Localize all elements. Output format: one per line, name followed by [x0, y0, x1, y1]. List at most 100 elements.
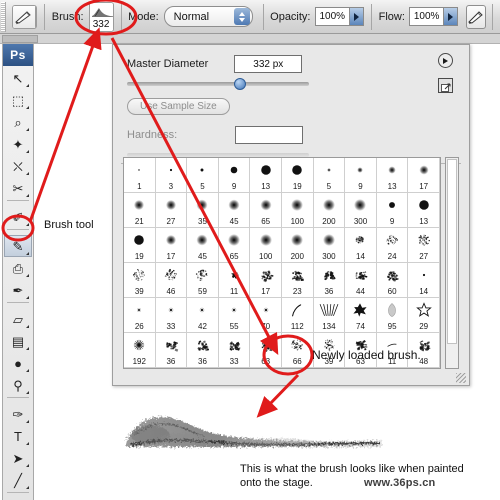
document-tab[interactable]	[2, 35, 38, 43]
brush-preset-cell[interactable]: 21	[124, 193, 156, 228]
clone-stamp-tool[interactable]: ⎙	[4, 257, 32, 279]
brush-preset-cell[interactable]: 24	[377, 228, 409, 263]
brush-preset-cell[interactable]: 100	[282, 193, 314, 228]
brush-preset-cell[interactable]: 65	[250, 193, 282, 228]
brush-preset-cell[interactable]: 59	[187, 263, 219, 298]
brush-preset-cell[interactable]: 65	[219, 228, 251, 263]
master-diameter-input[interactable]: 332 px	[234, 55, 302, 73]
opacity-slider-button[interactable]	[349, 8, 363, 25]
slice-tool[interactable]: ✂	[4, 177, 32, 199]
slider-knob[interactable]	[234, 78, 246, 90]
scrollbar-thumb[interactable]	[447, 159, 457, 344]
brush-preset-cell[interactable]: 46	[156, 263, 188, 298]
brush-preset-cell[interactable]: 9	[377, 193, 409, 228]
brush-preset-cell[interactable]: 17	[250, 263, 282, 298]
brush-preset-cell[interactable]: 5	[314, 158, 346, 193]
brush-preset-cell[interactable]: 39	[124, 263, 156, 298]
brush-preset-cell[interactable]: 9	[345, 158, 377, 193]
move-tool[interactable]: ↖	[4, 67, 32, 89]
blend-mode-select[interactable]: Normal	[164, 6, 253, 27]
tool-preset-dropdown-arrow[interactable]	[35, 6, 37, 28]
gradient-tool[interactable]: ▤	[4, 330, 32, 352]
brush-preset-cell[interactable]: 32	[124, 368, 156, 369]
hardness-input[interactable]	[235, 126, 303, 144]
panel-menu-button[interactable]	[438, 53, 453, 68]
flow-slider-button[interactable]	[443, 8, 457, 25]
crop-tool[interactable]: ⛌	[4, 155, 32, 177]
tool-preset-picker[interactable]	[12, 5, 37, 29]
healing-brush-tool[interactable]: ✐	[4, 206, 32, 228]
brush-preset-cell[interactable]: 66	[282, 333, 314, 368]
flow-field[interactable]: 100%	[409, 7, 459, 26]
history-brush-tool[interactable]: ✒	[4, 279, 32, 301]
brush-preset-cell[interactable]: 13	[250, 158, 282, 193]
brush-preset-cell[interactable]: 45	[250, 368, 282, 369]
brush-preset-cell[interactable]: 13	[408, 193, 440, 228]
brush-preset-cell[interactable]: 27	[156, 193, 188, 228]
brush-preset-cell[interactable]: 35	[187, 193, 219, 228]
brush-preset-cell[interactable]: 70	[250, 298, 282, 333]
pen-tool[interactable]: ✑	[4, 403, 32, 425]
path-selection-tool[interactable]: ➤	[4, 447, 32, 469]
brush-preset-cell[interactable]: 45	[219, 193, 251, 228]
brush-preset-cell[interactable]: 134	[314, 298, 346, 333]
brush-preset-cell[interactable]: 33	[219, 333, 251, 368]
marquee-tool[interactable]: ⬚	[4, 89, 32, 111]
brush-preset-cell[interactable]: 23	[282, 263, 314, 298]
brush-preset-cell[interactable]: 9	[219, 158, 251, 193]
dodge-tool[interactable]: ⚲	[4, 374, 32, 396]
brush-preset-cell[interactable]: 17	[156, 228, 188, 263]
brush-preset-cell[interactable]: 200	[314, 193, 346, 228]
brush-preset-cell[interactable]: 13	[377, 158, 409, 193]
blur-tool[interactable]: ●	[4, 352, 32, 374]
brush-preset-cell[interactable]: 44	[345, 263, 377, 298]
brush-preset-cell[interactable]: 1	[124, 158, 156, 193]
brush-preset-picker[interactable]: 332	[89, 2, 114, 32]
brush-preset-cell[interactable]: 200	[282, 228, 314, 263]
eraser-tool[interactable]: ▱	[4, 308, 32, 330]
brush-preset-cell[interactable]: 300	[345, 193, 377, 228]
brush-preset-cell[interactable]: 300	[314, 228, 346, 263]
brush-preset-cell[interactable]: 19	[124, 228, 156, 263]
brush-tool[interactable]: ✎	[4, 235, 32, 257]
brush-preset-cell[interactable]: 36	[156, 333, 188, 368]
options-bar-grip[interactable]	[1, 2, 6, 32]
brush-preset-cell[interactable]: 27	[408, 228, 440, 263]
brush-preset-cell[interactable]: 100	[250, 228, 282, 263]
brush-preset-cell[interactable]: 29	[408, 298, 440, 333]
type-tool[interactable]: T	[4, 425, 32, 447]
brush-preset-cell[interactable]: 5	[187, 158, 219, 193]
brush-preset-cell[interactable]: 3	[156, 158, 188, 193]
brush-preset-cell[interactable]: 95	[377, 298, 409, 333]
line-tool[interactable]: ╱	[4, 469, 32, 491]
brush-preset-cell[interactable]: 63	[250, 333, 282, 368]
blend-mode-stepper[interactable]	[234, 8, 250, 25]
panel-resize-grip[interactable]	[456, 373, 466, 383]
brush-preset-cell[interactable]: 36	[187, 333, 219, 368]
brush-preset-cell[interactable]: 33	[156, 298, 188, 333]
magic-wand-tool[interactable]: ✦	[4, 133, 32, 155]
brush-preset-cell[interactable]: 100	[187, 368, 219, 369]
brush-preset-cell[interactable]: 14	[408, 263, 440, 298]
brush-preset-grid-container[interactable]: 1 3 5 9 13 19 5 9 13 17 21 27 35 45 65 1…	[123, 157, 441, 369]
use-sample-size-button[interactable]: Use Sample Size	[127, 98, 230, 115]
brush-preset-cell[interactable]: 112	[282, 298, 314, 333]
brush-preset-cell[interactable]: 74	[345, 298, 377, 333]
brush-preset-cell[interactable]: 55	[219, 298, 251, 333]
lasso-tool[interactable]: ⌕	[4, 111, 32, 133]
brush-preset-cell[interactable]: 192	[124, 333, 156, 368]
brush-preset-cell[interactable]: 42	[187, 298, 219, 333]
brush-preset-cell[interactable]: 19	[282, 158, 314, 193]
brush-preset-cell[interactable]: 36	[314, 263, 346, 298]
opacity-field[interactable]: 100%	[315, 7, 365, 26]
brush-preset-cell[interactable]: 55	[156, 368, 188, 369]
master-diameter-slider[interactable]	[127, 82, 309, 86]
new-preset-button[interactable]	[438, 78, 453, 93]
brush-grid-scrollbar[interactable]	[445, 157, 459, 369]
brush-preset-cell[interactable]: 75	[219, 368, 251, 369]
brush-preset-cell[interactable]: 45	[187, 228, 219, 263]
brush-preset-cell[interactable]: 11	[219, 263, 251, 298]
brush-preset-cell[interactable]: 14	[345, 228, 377, 263]
brush-preset-cell-selected[interactable]: 332	[282, 368, 314, 369]
brush-preset-cell[interactable]: 17	[408, 158, 440, 193]
